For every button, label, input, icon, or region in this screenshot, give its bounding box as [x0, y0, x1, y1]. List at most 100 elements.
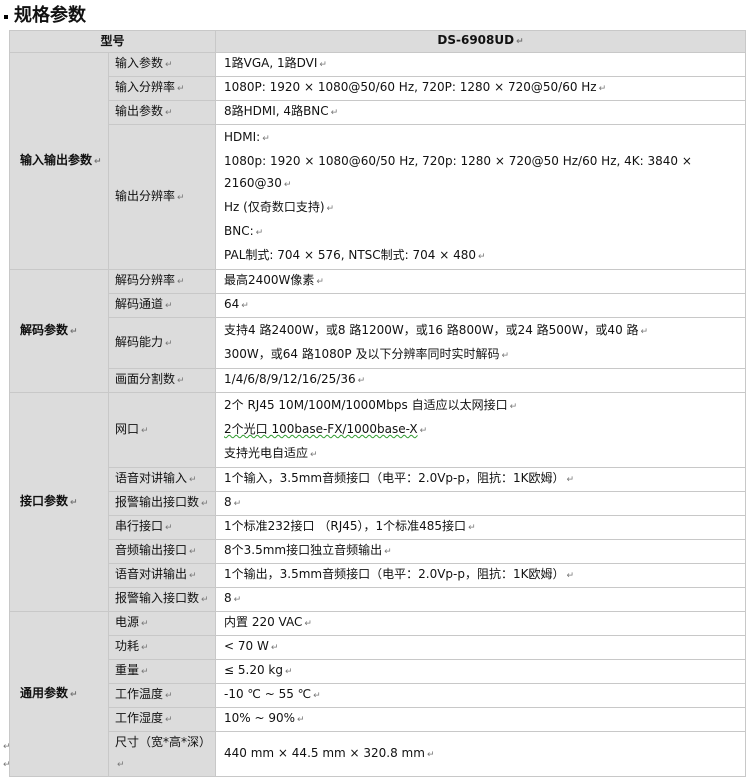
category-cell: 通用参数 ↵ — [9, 611, 109, 777]
value-line: 10% ~ 90% ↵ — [224, 711, 305, 725]
param-value-cell: 1路VGA, 1路DVI ↵ — [215, 52, 747, 77]
param-label-cell: 画面分割数 ↵ — [107, 368, 217, 393]
table-row: 解码参数 ↵ 解码分辨率 ↵ 最高2400W像素 ↵ — [9, 269, 747, 393]
header-label-cell: 型号 — [8, 30, 217, 53]
heading-text: 规格参数 — [14, 5, 86, 26]
value-line: 1路VGA, 1路DVI ↵ — [224, 56, 327, 70]
table-row: 接口参数 ↵ 网口 ↵ 2个 RJ45 10M/100M/1000Mbps 自适应以太网… — [9, 392, 747, 612]
value-line: HDMI: ↵ — [224, 130, 270, 144]
header-model-cell: DS-6908UD ↵ — [215, 30, 747, 53]
spec-table-body: 输入输出参数 ↵ 输入参数 ↵ 1路VGA, 1路DVI ↵ 输入分辨率 ↵ 1080P: 19… — [9, 52, 747, 777]
table-row: 解码通道 ↵ 64 ↵ — [10, 293, 747, 318]
param-label-cell: 工作温度 ↵ — [107, 683, 217, 708]
value-line: 300W，或64 路1080P 及以下分辨率同时实时解码 ↵ — [224, 347, 510, 361]
paragraph-mark: ↵ — [3, 760, 11, 770]
param-label-cell: 尺寸（宽*高*深）↵ — [107, 731, 217, 777]
table-row: 音频输出接口 ↵ 8个3.5mm接口独立音频输出 ↵ — [10, 539, 747, 564]
param-value-cell: 8路HDMI, 4路BNC ↵ — [215, 100, 747, 125]
category-cell: 解码参数 ↵ — [9, 269, 109, 393]
table-row: 尺寸（宽*高*深）↵ 440 mm × 44.5 mm × 320.8 mm ↵ — [10, 731, 747, 777]
param-label-cell: 输入分辨率 ↵ — [107, 76, 217, 101]
value-line: 支持4 路2400W，或8 路1200W，或16 路800W，或24 路500W… — [224, 323, 649, 337]
table-row: 输入输出参数 ↵ 输入参数 ↵ 1路VGA, 1路DVI ↵ — [9, 52, 747, 270]
table-row: 功耗 ↵ < 70 W ↵ — [10, 635, 747, 660]
value-line: 1个输入，3.5mm音频接口（电平：2.0Vp-p，阻抗：1K欧姆） ↵ — [224, 471, 575, 485]
table-row: 画面分割数 ↵ 1/4/6/8/9/12/16/25/36 ↵ — [10, 368, 747, 393]
param-label-cell: 语音对讲输出 ↵ — [107, 563, 217, 588]
value-line: 内置 220 VAC ↵ — [224, 615, 312, 629]
value-line: Hz (仅奇数口支持) ↵ — [224, 200, 335, 214]
table-row: 输出参数 ↵ 8路HDMI, 4路BNC ↵ — [10, 100, 747, 125]
value-line: 1/4/6/8/9/12/16/25/36 ↵ — [224, 372, 366, 386]
paragraph-mark: ↵ — [3, 742, 11, 752]
spec-table: 型号 DS-6908UD ↵ 输入输出参数 ↵ 输入参数 ↵ 1路VGA, 1路DVI ↵ 输… — [8, 30, 747, 777]
value-line: 8 ↵ — [224, 591, 242, 605]
value-line: 8 ↵ — [224, 495, 242, 509]
value-line: 2个光口 100base-FX/1000base-X ↵ — [224, 422, 428, 436]
param-label-cell: 串行接口 ↵ — [107, 515, 217, 540]
param-label-cell: 解码通道 ↵ — [107, 293, 217, 318]
param-value-cell: 1个标准232接口 （RJ45），1个标准485接口 ↵ — [215, 515, 747, 540]
table-row: 输出分辨率 ↵ HDMI: ↵ 1080p: 1920 × 1080@60/50 Hz,… — [10, 124, 747, 270]
param-label-cell: 解码分辨率 ↵ — [107, 269, 217, 294]
param-value-cell: 64 ↵ — [215, 293, 747, 318]
param-label-cell: 报警输出接口数 ↵ — [107, 491, 217, 516]
value-line: BNC: ↵ — [224, 224, 264, 238]
param-label-cell: 报警输入接口数 ↵ — [107, 587, 217, 612]
param-value-cell: 1080P: 1920 × 1080@50/60 Hz, 720P: 1280 … — [215, 76, 747, 101]
param-value-cell: 2个 RJ45 10M/100M/1000Mbps 自适应以太网接口 ↵ 2个光口 … — [215, 392, 747, 468]
value-line: 2个 RJ45 10M/100M/1000Mbps 自适应以太网接口 ↵ — [224, 398, 518, 412]
param-value-cell: 1个输出，3.5mm音频接口（电平：2.0Vp-p，阻抗：1K欧姆） ↵ — [215, 563, 747, 588]
table-row: 串行接口 ↵ 1个标准232接口 （RJ45），1个标准485接口 ↵ — [10, 515, 747, 540]
param-label-cell: 音频输出接口 ↵ — [107, 539, 217, 564]
param-value-cell: 1个输入，3.5mm音频接口（电平：2.0Vp-p，阻抗：1K欧姆） ↵ — [215, 467, 747, 492]
param-label-cell: 工作湿度 ↵ — [107, 707, 217, 732]
table-row: 重量 ↵ ≤ 5.20 kg ↵ — [10, 659, 747, 684]
table-header-row: 型号 DS-6908UD ↵ — [8, 30, 747, 53]
param-label-cell: 功耗 ↵ — [107, 635, 217, 660]
param-value-cell: 10% ~ 90% ↵ — [215, 707, 747, 732]
table-row: 通用参数 ↵ 电源 ↵ 内置 220 VAC ↵ — [9, 611, 747, 777]
value-line: 8个3.5mm接口独立音频输出 ↵ — [224, 543, 392, 557]
value-line: 支持光电自适应 ↵ — [224, 446, 318, 460]
value-line: ≤ 5.20 kg ↵ — [224, 663, 293, 677]
param-value-cell: 最高2400W像素 ↵ — [215, 269, 747, 294]
param-label-cell: 电源 ↵ — [107, 611, 217, 636]
value-line: 440 mm × 44.5 mm × 320.8 mm ↵ — [224, 745, 435, 760]
param-label-cell: 解码能力 ↵ — [107, 317, 217, 369]
param-label-cell: 输入参数 ↵ — [107, 52, 217, 77]
category-cell: 接口参数 ↵ — [9, 392, 109, 612]
value-line: 1080p: 1920 × 1080@60/50 Hz, 720p: 1280 … — [224, 154, 692, 190]
category-cell: 输入输出参数 ↵ — [9, 52, 109, 270]
param-value-cell: 8 ↵ — [215, 587, 747, 612]
value-line: 64 ↵ — [224, 297, 249, 311]
value-line: 最高2400W像素 ↵ — [224, 273, 324, 287]
param-value-cell: 440 mm × 44.5 mm × 320.8 mm ↵ — [215, 731, 747, 777]
param-value-cell: ≤ 5.20 kg ↵ — [215, 659, 747, 684]
param-value-cell: HDMI: ↵ 1080p: 1920 × 1080@60/50 Hz, 720p:… — [215, 124, 747, 270]
param-value-cell: < 70 W ↵ — [215, 635, 747, 660]
table-row: 工作温度 ↵ -10 ℃ ~ 55 ℃ ↵ — [10, 683, 747, 708]
param-value-cell: 8 ↵ — [215, 491, 747, 516]
value-line: PAL制式: 704 × 576, NTSC制式: 704 × 480 ↵ — [224, 248, 486, 262]
param-value-cell: 1/4/6/8/9/12/16/25/36 ↵ — [215, 368, 747, 393]
param-value-cell: -10 ℃ ~ 55 ℃ ↵ — [215, 683, 747, 708]
table-row: 报警输入接口数 ↵ 8 ↵ — [10, 587, 747, 612]
table-row: 语音对讲输入 ↵ 1个输入，3.5mm音频接口（电平：2.0Vp-p，阻抗：1K欧姆… — [10, 467, 747, 492]
table-row: 语音对讲输出 ↵ 1个输出，3.5mm音频接口（电平：2.0Vp-p，阻抗：1K欧姆… — [10, 563, 747, 588]
table-row: 报警输出接口数 ↵ 8 ↵ — [10, 491, 747, 516]
value-line: 1080P: 1920 × 1080@50/60 Hz, 720P: 1280 … — [224, 80, 607, 94]
value-line: 1个标准232接口 （RJ45），1个标准485接口 ↵ — [224, 519, 476, 533]
param-label-cell: 重量 ↵ — [107, 659, 217, 684]
param-label-cell: 网口 ↵ — [107, 392, 217, 468]
param-label-cell: 语音对讲输入 ↵ — [107, 467, 217, 492]
param-label-cell: 输出参数 ↵ — [107, 100, 217, 125]
value-line: -10 ℃ ~ 55 ℃ ↵ — [224, 687, 321, 701]
param-label-cell: 输出分辨率 ↵ — [107, 124, 217, 270]
value-line: 1个输出，3.5mm音频接口（电平：2.0Vp-p，阻抗：1K欧姆） ↵ — [224, 567, 575, 581]
spec-table-wrapper: 型号 DS-6908UD ↵ 输入输出参数 ↵ 输入参数 ↵ 1路VGA, 1路DVI ↵ 输… — [3, 30, 747, 777]
table-row: 解码能力 ↵ 支持4 路2400W，或8 路1200W，或16 路800W，或24 … — [10, 317, 747, 369]
param-value-cell: 内置 220 VAC ↵ — [215, 611, 747, 636]
table-row: 输入分辨率 ↵ 1080P: 1920 × 1080@50/60 Hz, 720P:… — [10, 76, 747, 101]
value-line: 8路HDMI, 4路BNC ↵ — [224, 104, 339, 118]
